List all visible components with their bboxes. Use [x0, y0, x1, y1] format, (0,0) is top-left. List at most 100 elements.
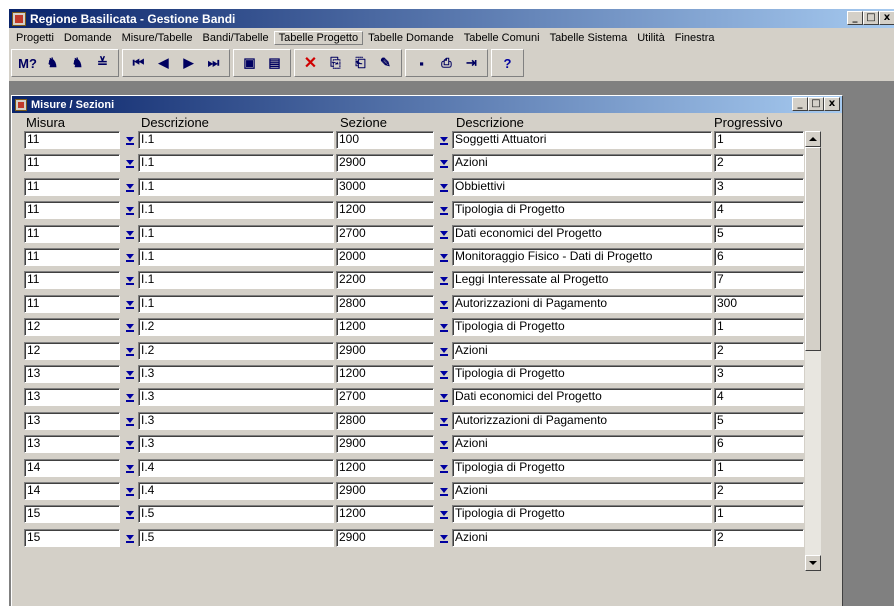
sezione-field[interactable]: 2800 — [336, 294, 434, 313]
print-icon[interactable]: ⎙ — [435, 52, 458, 75]
scroll-up-button[interactable] — [805, 131, 821, 147]
progressivo-field[interactable]: 2 — [714, 341, 804, 360]
misura-field[interactable]: 11 — [24, 154, 120, 173]
menu-item[interactable]: Progetti — [11, 32, 59, 44]
chevron-down-icon[interactable] — [122, 295, 138, 313]
query-icon[interactable]: M? — [16, 52, 39, 75]
pen-icon[interactable]: ✎ — [374, 52, 397, 75]
first-record-icon[interactable]: ⏮ — [127, 52, 150, 75]
sezione-field[interactable]: 1200 — [336, 365, 434, 383]
sezione-field[interactable]: 2800 — [336, 411, 434, 430]
chevron-down-icon[interactable] — [122, 342, 138, 360]
progressivo-field[interactable]: 300 — [714, 294, 804, 313]
misura-field[interactable]: 12 — [24, 341, 120, 360]
chevron-down-icon[interactable] — [436, 342, 452, 360]
chevron-down-icon[interactable] — [122, 154, 138, 172]
sezione-field[interactable]: 2900 — [336, 482, 434, 500]
menu-item[interactable]: Tabelle Progetto — [273, 31, 364, 45]
descrizione-sezione-field[interactable]: Tipologia di Progetto — [452, 458, 712, 477]
chevron-down-icon[interactable] — [436, 435, 452, 453]
chevron-down-icon[interactable] — [436, 201, 452, 219]
chevron-down-icon[interactable] — [122, 529, 138, 547]
descrizione-field[interactable]: I.1 — [138, 131, 334, 149]
menu-item[interactable]: Tabelle Sistema — [545, 32, 633, 44]
chevron-down-icon[interactable] — [436, 131, 452, 149]
chevron-down-icon[interactable] — [436, 271, 452, 289]
progressivo-field[interactable]: 1 — [714, 318, 804, 337]
chevron-down-icon[interactable] — [436, 225, 452, 243]
menu-item[interactable]: Finestra — [670, 32, 720, 44]
chevron-down-icon[interactable] — [122, 271, 138, 289]
app-titlebar[interactable]: Regione Basilicata - Gestione Bandi _ □ … — [9, 9, 894, 28]
descrizione-sezione-field[interactable]: Tipologia di Progetto — [452, 505, 712, 524]
descrizione-field[interactable]: I.1 — [138, 271, 334, 290]
descrizione-field[interactable]: I.3 — [138, 411, 334, 430]
menu-item[interactable]: Misure/Tabelle — [117, 32, 198, 44]
chevron-down-icon[interactable] — [122, 412, 138, 430]
menu-item[interactable]: Tabelle Comuni — [459, 32, 545, 44]
descrizione-field[interactable]: I.1 — [138, 224, 334, 243]
misura-field[interactable]: 11 — [24, 131, 120, 149]
chevron-down-icon[interactable] — [436, 505, 452, 523]
descrizione-field[interactable]: I.5 — [138, 505, 334, 524]
descrizione-sezione-field[interactable]: Dati economici del Progetto — [452, 388, 712, 407]
progressivo-field[interactable]: 2 — [714, 482, 804, 500]
maximize-button[interactable]: □ — [863, 11, 879, 25]
help-icon[interactable]: ? — [496, 52, 519, 75]
sezione-field[interactable]: 2900 — [336, 341, 434, 360]
misura-field[interactable]: 11 — [24, 271, 120, 290]
descrizione-sezione-field[interactable]: Dati economici del Progetto — [452, 224, 712, 243]
descrizione-field[interactable]: I.5 — [138, 528, 334, 547]
progressivo-field[interactable]: 1 — [714, 505, 804, 524]
descrizione-sezione-field[interactable]: Azioni — [452, 341, 712, 360]
descrizione-field[interactable]: I.1 — [138, 201, 334, 220]
progressivo-field[interactable]: 2 — [714, 154, 804, 173]
chevron-down-icon[interactable] — [122, 201, 138, 219]
descrizione-sezione-field[interactable]: Autorizzazioni di Pagamento — [452, 411, 712, 430]
child-maximize-button[interactable]: □ — [808, 97, 824, 111]
chevron-down-icon[interactable] — [436, 529, 452, 547]
chevron-down-icon[interactable] — [436, 248, 452, 266]
chevron-down-icon[interactable] — [122, 505, 138, 523]
sezione-field[interactable]: 1200 — [336, 318, 434, 337]
chevron-down-icon[interactable] — [122, 248, 138, 266]
chevron-down-icon[interactable] — [436, 318, 452, 336]
delete-icon[interactable]: ✕ — [299, 52, 322, 75]
chevron-down-icon[interactable] — [436, 482, 452, 500]
progressivo-field[interactable]: 4 — [714, 201, 804, 220]
descrizione-sezione-field[interactable]: Azioni — [452, 435, 712, 454]
minimize-button[interactable]: _ — [847, 11, 863, 25]
menu-item[interactable]: Domande — [59, 32, 117, 44]
chevron-down-icon[interactable] — [436, 388, 452, 406]
save-icon[interactable]: ▪ — [410, 52, 433, 75]
progressivo-field[interactable]: 4 — [714, 388, 804, 407]
chevron-down-icon[interactable] — [436, 459, 452, 477]
misura-field[interactable]: 12 — [24, 318, 120, 337]
find-next-icon[interactable]: ♞ — [66, 52, 89, 75]
misura-field[interactable]: 13 — [24, 435, 120, 454]
chevron-down-icon[interactable] — [122, 435, 138, 453]
misura-field[interactable]: 11 — [24, 294, 120, 313]
chevron-down-icon[interactable] — [436, 365, 452, 383]
last-record-icon[interactable]: ⏭ — [202, 52, 225, 75]
descrizione-sezione-field[interactable]: Azioni — [452, 528, 712, 547]
progressivo-field[interactable]: 6 — [714, 435, 804, 454]
misura-field[interactable]: 13 — [24, 388, 120, 407]
vertical-scrollbar[interactable] — [805, 131, 821, 571]
chevron-down-icon[interactable] — [122, 388, 138, 406]
progressivo-field[interactable]: 7 — [714, 271, 804, 290]
descrizione-sezione-field[interactable]: Autorizzazioni di Pagamento — [452, 294, 712, 313]
sezione-field[interactable]: 100 — [336, 131, 434, 149]
chevron-down-icon[interactable] — [436, 154, 452, 172]
sezione-field[interactable]: 2900 — [336, 435, 434, 454]
misura-field[interactable]: 11 — [24, 201, 120, 220]
exit-icon[interactable]: ⇥ — [460, 52, 483, 75]
child-titlebar[interactable]: Misure / Sezioni _ □ x — [12, 96, 842, 113]
descrizione-field[interactable]: I.1 — [138, 294, 334, 313]
progressivo-field[interactable]: 5 — [714, 411, 804, 430]
chevron-down-icon[interactable] — [122, 459, 138, 477]
descrizione-field[interactable]: I.3 — [138, 435, 334, 454]
sezione-field[interactable]: 1200 — [336, 505, 434, 524]
child-minimize-button[interactable]: _ — [792, 97, 808, 111]
descrizione-sezione-field[interactable]: Monitoraggio Fisico - Dati di Progetto — [452, 248, 712, 266]
